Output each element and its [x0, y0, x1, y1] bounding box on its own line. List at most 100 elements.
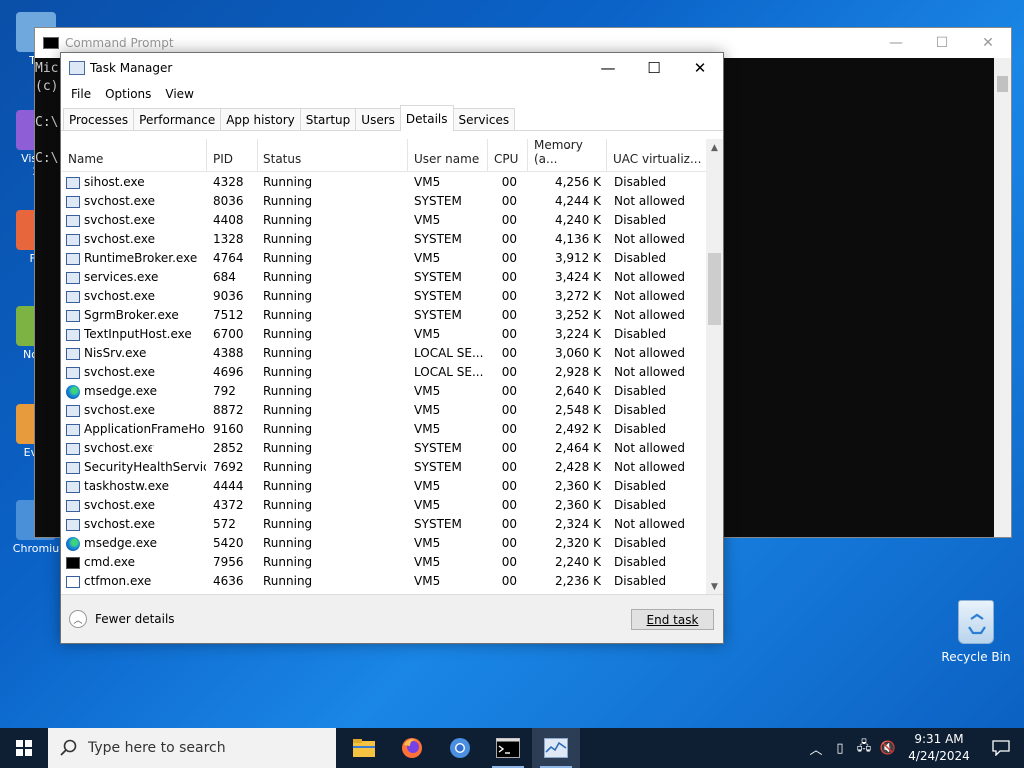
table-row[interactable]: svchost.exe 4696 Running LOCAL SE... 00 2,928…: [62, 363, 707, 382]
table-row[interactable]: ctfmon.exe 4636 Running VM5 00 2,236 K Disable…: [62, 572, 707, 591]
task-manager-window[interactable]: Task Manager — ☐ ✕ File Options View Proce…: [60, 52, 724, 644]
minimize-button[interactable]: —: [585, 53, 631, 83]
table-row[interactable]: cmd.exe 7956 Running VM5 00 2,240 K Disabled: [62, 553, 707, 572]
recycle-bin[interactable]: Recycle Bin: [940, 600, 1012, 664]
table-row[interactable]: sihost.exe 4328 Running VM5 00 4,256 K Disable…: [62, 173, 707, 192]
command-prompt-taskbar-button[interactable]: [484, 728, 532, 768]
table-row[interactable]: NisSrv.exe 4388 Running LOCAL SE... 00 3,060 …: [62, 344, 707, 363]
table-row[interactable]: svchost.exe 1328 Running SYSTEM 00 4,136 K Not…: [62, 230, 707, 249]
table-row[interactable]: ApplicationFrameHo... 9160 Running VM5 00 2,4…: [62, 420, 707, 439]
search-icon: [60, 739, 78, 757]
tab-startup[interactable]: Startup: [299, 108, 357, 130]
terminal-icon: [496, 738, 520, 758]
chromium-taskbar-button[interactable]: [436, 728, 484, 768]
tab-services[interactable]: Services: [452, 108, 516, 130]
table-row[interactable]: svchost.exe 8036 Running SYSTEM 00 4,244 K Not…: [62, 192, 707, 211]
user-name-cell: SYSTEM: [414, 194, 462, 208]
cmd-scrollbar[interactable]: [994, 58, 1011, 537]
process-name: ApplicationFrameHo...: [84, 422, 206, 436]
col-memory-header[interactable]: Memory (a...: [528, 138, 607, 172]
end-task-button[interactable]: End task: [631, 609, 714, 630]
table-row[interactable]: svchost.exe 572 Running SYSTEM 00 2,324 K Not …: [62, 515, 707, 534]
uac-cell: Disabled: [614, 213, 667, 227]
process-icon: [66, 233, 80, 246]
volume-muted-icon[interactable]: 🔇: [876, 741, 900, 756]
table-row[interactable]: svchost.exe 4372 Running VM5 00 2,360 K Disabl…: [62, 496, 707, 515]
col-user-name-header[interactable]: User name: [408, 139, 488, 172]
pid-cell: 4408: [213, 213, 244, 227]
tablet-icon[interactable]: ▯: [828, 741, 852, 756]
network-icon[interactable]: 🖧: [852, 737, 876, 759]
table-row[interactable]: msedge.exe 5420 Running VM5 00 2,320 K Disable…: [62, 534, 707, 553]
pid-cell: 9036: [213, 289, 244, 303]
scroll-thumb[interactable]: [708, 253, 721, 325]
tab-app-history[interactable]: App history: [220, 108, 301, 130]
process-name: ctfmon.exe: [84, 574, 152, 588]
clock[interactable]: 9:31 AM 4/24/2024: [900, 731, 978, 765]
table-row[interactable]: svchost.exe 8872 Running VM5 00 2,548 K Disabl…: [62, 401, 707, 420]
table-row[interactable]: taskhostw.exe 4444 Running VM5 00 2,360 K Disa…: [62, 477, 707, 496]
uac-cell: Disabled: [614, 384, 667, 398]
table-row[interactable]: svchost.exe 9036 Running SYSTEM 00 3,272 K Not…: [62, 287, 707, 306]
user-name-cell: SYSTEM: [414, 441, 462, 455]
table-row[interactable]: TextInputHost.exe 6700 Running VM5 00 3,224 K…: [62, 325, 707, 344]
process-name-cell: NisSrv.exe: [66, 344, 206, 363]
tab-details[interactable]: Details: [399, 105, 454, 131]
tab-users[interactable]: Users: [355, 108, 401, 130]
status-cell: Running: [263, 346, 313, 360]
col-uac-virtualization-header[interactable]: UAC virtualiz...: [607, 139, 707, 172]
show-hidden-icons-chevron-icon[interactable]: ︿: [804, 739, 828, 758]
taskbar-search-box[interactable]: Type here to search: [48, 728, 336, 768]
uac-cell: Not allowed: [614, 346, 686, 360]
cmd-scroll-thumb[interactable]: [997, 76, 1008, 92]
menu-options[interactable]: Options: [98, 87, 158, 101]
process-list[interactable]: sihost.exe 4328 Running VM5 00 4,256 K Disable…: [62, 173, 707, 595]
process-name-cell: TextInputHost.exe: [66, 325, 206, 344]
close-button[interactable]: ✕: [677, 53, 723, 83]
action-center-button[interactable]: [978, 728, 1024, 768]
col-name-header[interactable]: Name: [62, 139, 207, 172]
fewer-details-button[interactable]: ︿ Fewer details: [69, 610, 175, 628]
process-icon: [66, 518, 80, 531]
cmd-maximize-button[interactable]: ☐: [919, 28, 965, 58]
pid-cell: 4696: [213, 365, 244, 379]
scroll-down-icon[interactable]: ▼: [706, 578, 723, 595]
system-tray: ︿ ▯ 🖧 🔇 9:31 AM 4/24/2024: [804, 728, 1024, 768]
table-row[interactable]: services.exe 684 Running SYSTEM 00 3,424 K Not…: [62, 268, 707, 287]
col-status-header[interactable]: Status: [257, 139, 408, 172]
status-cell: Running: [263, 403, 313, 417]
cmd-app-icon: [43, 37, 59, 49]
firefox-taskbar-button[interactable]: [388, 728, 436, 768]
process-name: taskhostw.exe: [84, 479, 169, 493]
cpu-cell: 00: [501, 403, 517, 417]
status-cell: Running: [263, 175, 313, 189]
user-name-cell: SYSTEM: [414, 289, 462, 303]
scroll-up-icon[interactable]: ▲: [706, 139, 723, 156]
chromium-icon: [450, 738, 470, 758]
status-cell: Running: [263, 327, 313, 341]
process-name-cell: svchost.exe: [66, 439, 206, 458]
menu-view[interactable]: View: [158, 87, 200, 101]
maximize-button[interactable]: ☐: [631, 53, 677, 83]
col-pid-header[interactable]: PID: [207, 139, 258, 172]
cmd-minimize-button[interactable]: —: [873, 28, 919, 58]
cmd-close-button[interactable]: ✕: [965, 28, 1011, 58]
tab-processes[interactable]: Processes: [63, 108, 135, 130]
col-cpu-header[interactable]: CPU: [488, 139, 528, 172]
grid-scrollbar[interactable]: ▲ ▼: [706, 139, 723, 595]
start-button[interactable]: [0, 728, 48, 768]
table-row[interactable]: msedge.exe 792 Running VM5 00 2,640 K Disabled: [62, 382, 707, 401]
table-row[interactable]: SecurityHealthServic... 7692 Running SYSTEM…: [62, 458, 707, 477]
table-row[interactable]: RuntimeBroker.exe 4764 Running VM5 00 3,912 K…: [62, 249, 707, 268]
file-explorer-taskbar-button[interactable]: [340, 728, 388, 768]
table-row[interactable]: SgrmBroker.exe 7512 Running SYSTEM 00 3,252 K…: [62, 306, 707, 325]
process-icon: [66, 271, 80, 284]
table-row[interactable]: svchost.exe 4408 Running VM5 00 4,240 K Disabl…: [62, 211, 707, 230]
menu-file[interactable]: File: [64, 87, 98, 101]
task-manager-taskbar-button[interactable]: [532, 728, 580, 768]
tab-performance[interactable]: Performance: [133, 108, 222, 130]
status-cell: Running: [263, 422, 313, 436]
process-name: services.exe: [84, 270, 159, 284]
status-cell: Running: [263, 555, 313, 569]
status-cell: Running: [263, 251, 313, 265]
